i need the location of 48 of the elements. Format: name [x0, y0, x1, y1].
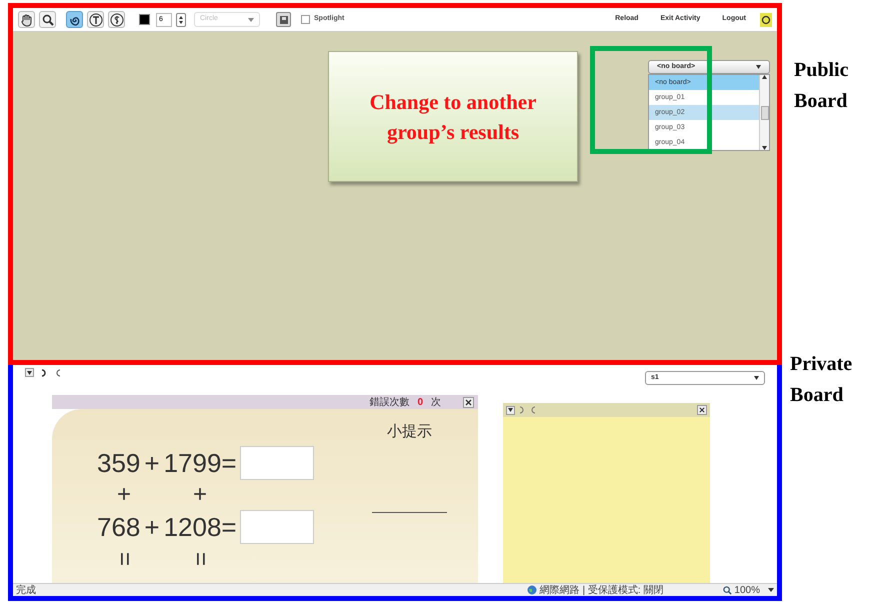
text-icon — [88, 12, 102, 26]
hand-icon — [20, 12, 34, 26]
close-icon[interactable] — [463, 396, 474, 408]
undo-icon[interactable] — [40, 368, 48, 378]
board-snapshot-icon[interactable] — [276, 12, 291, 27]
equation-term: 768 — [97, 510, 140, 544]
hand-tool-button[interactable] — [18, 11, 35, 28]
equation-term: + — [193, 480, 208, 510]
spinner-icon[interactable] — [176, 12, 186, 26]
equation-term: 359 — [97, 446, 140, 480]
dollar-icon — [110, 12, 124, 26]
security-zone-text: 網際網路 | 受保護模式: 關閉 — [540, 584, 664, 598]
equation-term: 1799 — [164, 446, 222, 480]
text-tool-button[interactable] — [87, 11, 104, 28]
spotlight-checkbox[interactable] — [301, 15, 310, 24]
callout-text: Change to another group’s results — [368, 88, 538, 146]
equation-term: + — [117, 480, 132, 510]
color-swatch[interactable] — [139, 14, 150, 25]
scrollbar-thumb[interactable] — [760, 106, 768, 120]
redo-icon[interactable] — [529, 405, 537, 415]
error-count-unit: 次 — [431, 396, 441, 410]
hint-title: 小提示 — [387, 422, 432, 442]
zoom-icon[interactable] — [723, 586, 732, 594]
error-count: 0 — [417, 396, 423, 410]
scrollbar[interactable] — [759, 75, 769, 150]
zoom-level[interactable]: 100% — [734, 582, 760, 598]
zoom-tool-button[interactable] — [39, 11, 56, 28]
dropdown-toggle-icon[interactable] — [506, 406, 515, 414]
close-icon[interactable] — [697, 405, 707, 415]
equation-term: + — [144, 446, 160, 480]
redo-icon[interactable] — [54, 368, 62, 378]
equation-term: = — [221, 446, 237, 480]
up-arrow-icon[interactable] — [762, 75, 767, 79]
search-icon — [40, 12, 54, 26]
error-count-label: 錯誤次數 — [369, 396, 410, 410]
board-label: Public Board — [794, 58, 850, 114]
equation-term: + — [144, 510, 160, 544]
dropdown-toggle-icon[interactable] — [25, 368, 34, 377]
stamp-tool-button[interactable] — [108, 11, 125, 28]
equation-term: = — [221, 510, 237, 544]
ring-icon[interactable] — [760, 12, 772, 26]
globe-icon — [526, 585, 537, 595]
equation-term: 1208 — [164, 510, 222, 544]
spiral-tool-button[interactable] — [66, 11, 83, 28]
status-text: 完成 — [16, 584, 36, 598]
board-label: Private Board — [790, 352, 854, 408]
equation-term: = — [110, 552, 139, 566]
equation-term: = — [186, 552, 216, 566]
